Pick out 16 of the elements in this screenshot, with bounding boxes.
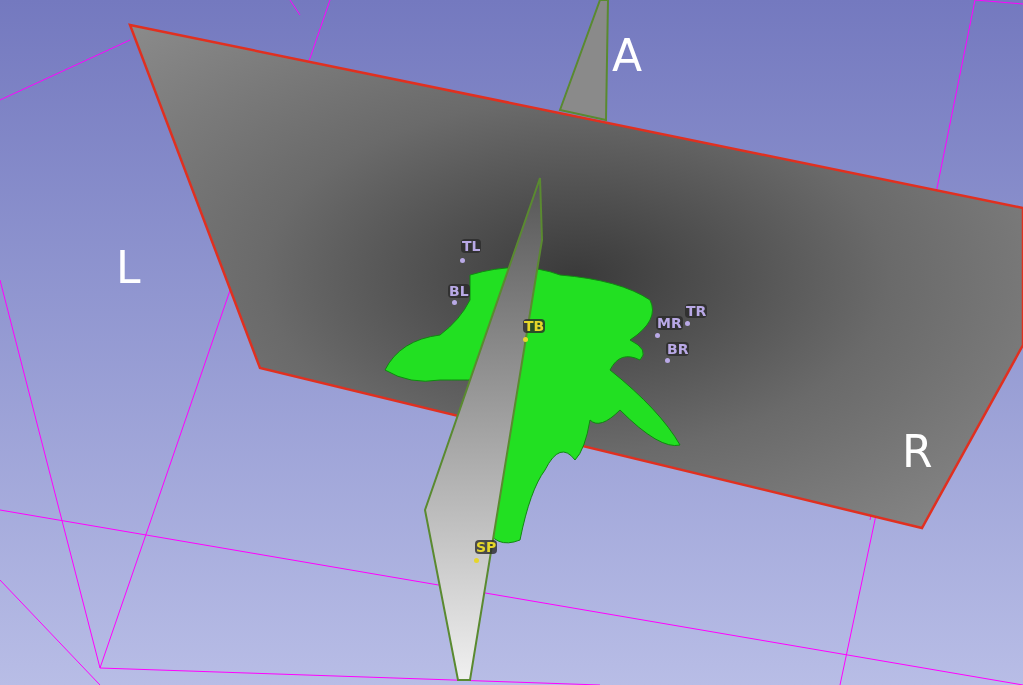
markup-point[interactable] [655,333,660,338]
markup-label: SP [475,540,498,554]
orientation-label: L [116,246,141,290]
markup-label: BR [666,342,690,356]
markup-point[interactable] [665,358,670,363]
markup-label: MR [656,316,683,330]
markup-label: TR [685,304,708,318]
markup-point[interactable] [452,300,457,305]
markup-label: TB [523,319,546,333]
markup-point[interactable] [460,258,465,263]
orientation-label: A [612,34,643,78]
orientation-label: R [902,430,933,474]
markup-point[interactable] [685,321,690,326]
markup-point[interactable] [523,337,528,342]
markup-label: BL [448,284,470,298]
markup-label: TL [461,239,482,253]
